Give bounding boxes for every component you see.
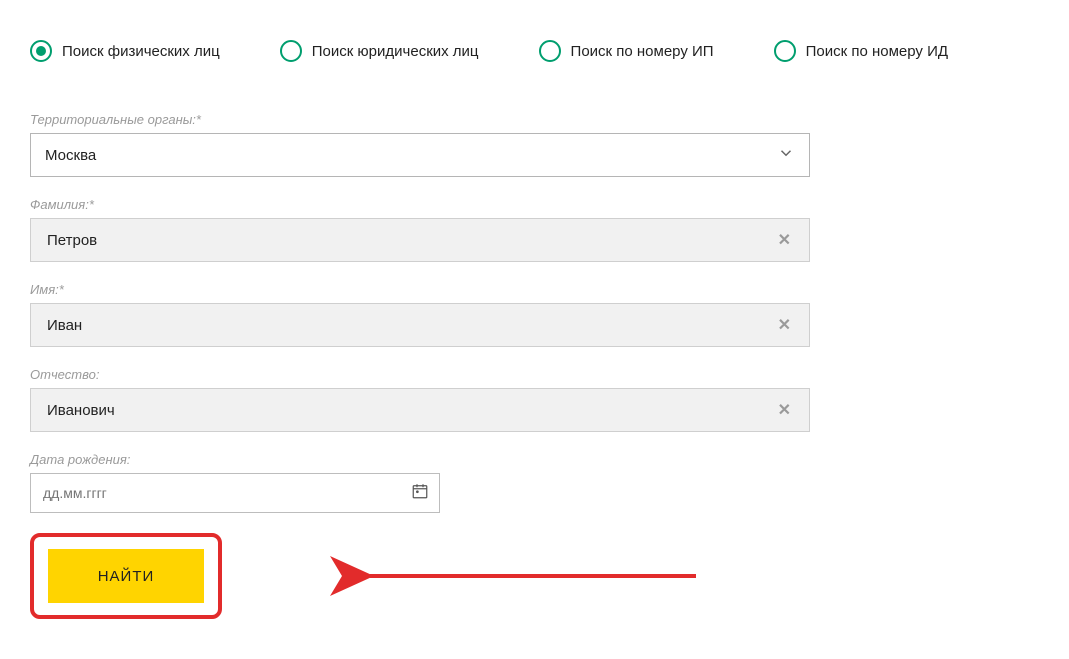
firstname-input[interactable]	[45, 316, 774, 335]
field-firstname: Имя:* ✕	[30, 282, 810, 347]
tab-legal-entities[interactable]: Поиск юридических лиц	[280, 40, 479, 62]
tab-ip-number[interactable]: Поиск по номеру ИП	[539, 40, 714, 62]
tab-individuals[interactable]: Поиск физических лиц	[30, 40, 220, 62]
tab-id-number[interactable]: Поиск по номеру ИД	[774, 40, 948, 62]
lastname-label: Фамилия:*	[30, 197, 810, 212]
firstname-input-wrap: ✕	[30, 303, 810, 347]
firstname-label: Имя:*	[30, 282, 810, 297]
field-lastname: Фамилия:* ✕	[30, 197, 810, 262]
arrow-annotation-icon	[252, 556, 810, 596]
clear-icon[interactable]: ✕	[774, 315, 795, 335]
radio-icon	[280, 40, 302, 62]
tab-label: Поиск по номеру ИД	[806, 43, 948, 60]
region-label: Территориальные органы:*	[30, 112, 810, 127]
region-select[interactable]: Москва	[30, 133, 810, 177]
birthdate-input[interactable]	[41, 484, 411, 502]
search-form: Территориальные органы:* Москва Фамилия:…	[30, 112, 810, 619]
radio-icon	[539, 40, 561, 62]
calendar-icon[interactable]	[411, 482, 429, 504]
chevron-down-icon	[777, 144, 795, 166]
region-value: Москва	[45, 147, 96, 164]
field-region: Территориальные органы:* Москва	[30, 112, 810, 177]
tab-label: Поиск юридических лиц	[312, 43, 479, 60]
field-birthdate: Дата рождения:	[30, 452, 810, 513]
tab-label: Поиск по номеру ИП	[571, 43, 714, 60]
birthdate-label: Дата рождения:	[30, 452, 810, 467]
submit-row: НАЙТИ	[30, 533, 810, 619]
patronymic-input-wrap: ✕	[30, 388, 810, 432]
lastname-input-wrap: ✕	[30, 218, 810, 262]
clear-icon[interactable]: ✕	[774, 230, 795, 250]
patronymic-label: Отчество:	[30, 367, 810, 382]
field-patronymic: Отчество: ✕	[30, 367, 810, 432]
patronymic-input[interactable]	[45, 401, 774, 420]
highlight-annotation: НАЙТИ	[30, 533, 222, 619]
find-button[interactable]: НАЙТИ	[48, 549, 204, 603]
clear-icon[interactable]: ✕	[774, 400, 795, 420]
radio-icon	[774, 40, 796, 62]
lastname-input[interactable]	[45, 231, 774, 250]
birthdate-input-wrap	[30, 473, 440, 513]
search-type-tabs: Поиск физических лиц Поиск юридических л…	[30, 40, 1039, 62]
radio-icon	[30, 40, 52, 62]
tab-label: Поиск физических лиц	[62, 43, 220, 60]
